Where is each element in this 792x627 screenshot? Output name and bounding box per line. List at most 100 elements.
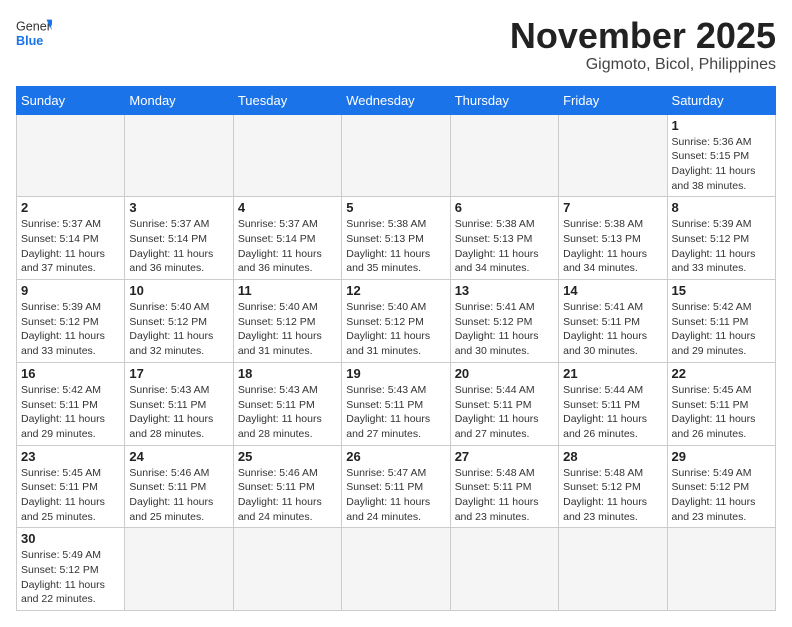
- day-info: Sunrise: 5:37 AM Sunset: 5:14 PM Dayligh…: [238, 217, 337, 276]
- day-info: Sunrise: 5:43 AM Sunset: 5:11 PM Dayligh…: [129, 383, 228, 442]
- day-info: Sunrise: 5:38 AM Sunset: 5:13 PM Dayligh…: [563, 217, 662, 276]
- day-info: Sunrise: 5:42 AM Sunset: 5:11 PM Dayligh…: [672, 300, 771, 359]
- day-info: Sunrise: 5:45 AM Sunset: 5:11 PM Dayligh…: [672, 383, 771, 442]
- day-cell-8: 8Sunrise: 5:39 AM Sunset: 5:12 PM Daylig…: [667, 197, 775, 280]
- day-number: 12: [346, 283, 445, 298]
- weekday-header-sunday: Sunday: [17, 86, 125, 114]
- calendar-week-row: 2 Sunrise: 5:37 AM Sunset: 5:14 PM Daylig…: [17, 197, 776, 280]
- day-number: 24: [129, 449, 228, 464]
- day-cell-3: 3 Sunrise: 5:37 AM Sunset: 5:14 PM Daylig…: [125, 197, 233, 280]
- day-number: 10: [129, 283, 228, 298]
- empty-cell: [342, 114, 450, 197]
- empty-cell: [667, 528, 775, 611]
- day-number: 6: [455, 200, 554, 215]
- logo: GeneralBlue: [16, 16, 52, 52]
- day-info: Sunrise: 5:37 AM Sunset: 5:14 PM Dayligh…: [129, 217, 228, 276]
- day-info: Sunrise: 5:37 AM Sunset: 5:14 PM Dayligh…: [21, 217, 120, 276]
- month-title: November 2025: [510, 16, 776, 56]
- day-number: 16: [21, 366, 120, 381]
- day-info: Sunrise: 5:40 AM Sunset: 5:12 PM Dayligh…: [129, 300, 228, 359]
- day-cell-12: 12Sunrise: 5:40 AM Sunset: 5:12 PM Dayli…: [342, 280, 450, 363]
- empty-cell: [559, 528, 667, 611]
- day-number: 23: [21, 449, 120, 464]
- weekday-header-wednesday: Wednesday: [342, 86, 450, 114]
- day-info: Sunrise: 5:39 AM Sunset: 5:12 PM Dayligh…: [672, 217, 771, 276]
- day-cell-7: 7Sunrise: 5:38 AM Sunset: 5:13 PM Daylig…: [559, 197, 667, 280]
- calendar-week-row: 30Sunrise: 5:49 AM Sunset: 5:12 PM Dayli…: [17, 528, 776, 611]
- day-cell-30: 30Sunrise: 5:49 AM Sunset: 5:12 PM Dayli…: [17, 528, 125, 611]
- day-number: 1: [672, 118, 771, 133]
- calendar: SundayMondayTuesdayWednesdayThursdayFrid…: [16, 86, 776, 612]
- day-number: 18: [238, 366, 337, 381]
- day-cell-2: 2 Sunrise: 5:37 AM Sunset: 5:14 PM Daylig…: [17, 197, 125, 280]
- day-cell-5: 5 Sunrise: 5:38 AM Sunset: 5:13 PM Daylig…: [342, 197, 450, 280]
- day-cell-22: 22 Sunrise: 5:45 AM Sunset: 5:11 PM Dayli…: [667, 362, 775, 445]
- empty-cell: [450, 528, 558, 611]
- day-number: 15: [672, 283, 771, 298]
- empty-cell: [559, 114, 667, 197]
- calendar-week-row: 1 Sunrise: 5:36 AM Sunset: 5:15 PM Daylig…: [17, 114, 776, 197]
- day-number: 14: [563, 283, 662, 298]
- day-cell-19: 19 Sunrise: 5:43 AM Sunset: 5:11 PM Dayli…: [342, 362, 450, 445]
- empty-cell: [233, 528, 341, 611]
- day-number: 20: [455, 366, 554, 381]
- day-info: Sunrise: 5:36 AM Sunset: 5:15 PM Dayligh…: [672, 135, 771, 194]
- day-info: Sunrise: 5:49 AM Sunset: 5:12 PM Dayligh…: [672, 466, 771, 525]
- day-cell-17: 17Sunrise: 5:43 AM Sunset: 5:11 PM Dayli…: [125, 362, 233, 445]
- day-info: Sunrise: 5:48 AM Sunset: 5:11 PM Dayligh…: [455, 466, 554, 525]
- day-number: 27: [455, 449, 554, 464]
- weekday-header-row: SundayMondayTuesdayWednesdayThursdayFrid…: [17, 86, 776, 114]
- day-cell-28: 28 Sunrise: 5:48 AM Sunset: 5:12 PM Dayli…: [559, 445, 667, 528]
- empty-cell: [342, 528, 450, 611]
- day-cell-23: 23 Sunrise: 5:45 AM Sunset: 5:11 PM Dayli…: [17, 445, 125, 528]
- day-cell-14: 14 Sunrise: 5:41 AM Sunset: 5:11 PM Dayli…: [559, 280, 667, 363]
- calendar-week-row: 9Sunrise: 5:39 AM Sunset: 5:12 PM Daylig…: [17, 280, 776, 363]
- day-info: Sunrise: 5:43 AM Sunset: 5:11 PM Dayligh…: [238, 383, 337, 442]
- day-number: 19: [346, 366, 445, 381]
- day-info: Sunrise: 5:38 AM Sunset: 5:13 PM Dayligh…: [346, 217, 445, 276]
- day-number: 2: [21, 200, 120, 215]
- day-number: 3: [129, 200, 228, 215]
- header: GeneralBlue November 2025 Gigmoto, Bicol…: [16, 16, 776, 74]
- day-info: Sunrise: 5:45 AM Sunset: 5:11 PM Dayligh…: [21, 466, 120, 525]
- day-cell-10: 10 Sunrise: 5:40 AM Sunset: 5:12 PM Dayli…: [125, 280, 233, 363]
- day-cell-13: 13Sunrise: 5:41 AM Sunset: 5:12 PM Dayli…: [450, 280, 558, 363]
- day-number: 26: [346, 449, 445, 464]
- empty-cell: [17, 114, 125, 197]
- empty-cell: [450, 114, 558, 197]
- day-cell-24: 24 Sunrise: 5:46 AM Sunset: 5:11 PM Dayli…: [125, 445, 233, 528]
- day-number: 21: [563, 366, 662, 381]
- weekday-header-thursday: Thursday: [450, 86, 558, 114]
- day-info: Sunrise: 5:41 AM Sunset: 5:11 PM Dayligh…: [563, 300, 662, 359]
- day-cell-16: 16Sunrise: 5:42 AM Sunset: 5:11 PM Dayli…: [17, 362, 125, 445]
- day-cell-15: 15 Sunrise: 5:42 AM Sunset: 5:11 PM Dayli…: [667, 280, 775, 363]
- day-info: Sunrise: 5:48 AM Sunset: 5:12 PM Dayligh…: [563, 466, 662, 525]
- day-info: Sunrise: 5:43 AM Sunset: 5:11 PM Dayligh…: [346, 383, 445, 442]
- generalblue-logo-icon: GeneralBlue: [16, 16, 52, 52]
- day-cell-20: 20Sunrise: 5:44 AM Sunset: 5:11 PM Dayli…: [450, 362, 558, 445]
- day-number: 22: [672, 366, 771, 381]
- weekday-header-saturday: Saturday: [667, 86, 775, 114]
- day-info: Sunrise: 5:38 AM Sunset: 5:13 PM Dayligh…: [455, 217, 554, 276]
- svg-text:Blue: Blue: [16, 34, 43, 48]
- day-cell-18: 18 Sunrise: 5:43 AM Sunset: 5:11 PM Dayli…: [233, 362, 341, 445]
- day-number: 28: [563, 449, 662, 464]
- day-number: 29: [672, 449, 771, 464]
- day-number: 25: [238, 449, 337, 464]
- weekday-header-friday: Friday: [559, 86, 667, 114]
- title-area: November 2025 Gigmoto, Bicol, Philippine…: [510, 16, 776, 74]
- day-info: Sunrise: 5:46 AM Sunset: 5:11 PM Dayligh…: [238, 466, 337, 525]
- day-number: 4: [238, 200, 337, 215]
- day-info: Sunrise: 5:46 AM Sunset: 5:11 PM Dayligh…: [129, 466, 228, 525]
- day-cell-29: 29 Sunrise: 5:49 AM Sunset: 5:12 PM Dayli…: [667, 445, 775, 528]
- empty-cell: [125, 114, 233, 197]
- day-cell-26: 26Sunrise: 5:47 AM Sunset: 5:11 PM Dayli…: [342, 445, 450, 528]
- day-info: Sunrise: 5:44 AM Sunset: 5:11 PM Dayligh…: [563, 383, 662, 442]
- location-title: Gigmoto, Bicol, Philippines: [510, 56, 776, 74]
- day-number: 13: [455, 283, 554, 298]
- day-number: 5: [346, 200, 445, 215]
- day-cell-6: 6 Sunrise: 5:38 AM Sunset: 5:13 PM Daylig…: [450, 197, 558, 280]
- weekday-header-monday: Monday: [125, 86, 233, 114]
- day-cell-9: 9Sunrise: 5:39 AM Sunset: 5:12 PM Daylig…: [17, 280, 125, 363]
- day-cell-11: 11Sunrise: 5:40 AM Sunset: 5:12 PM Dayli…: [233, 280, 341, 363]
